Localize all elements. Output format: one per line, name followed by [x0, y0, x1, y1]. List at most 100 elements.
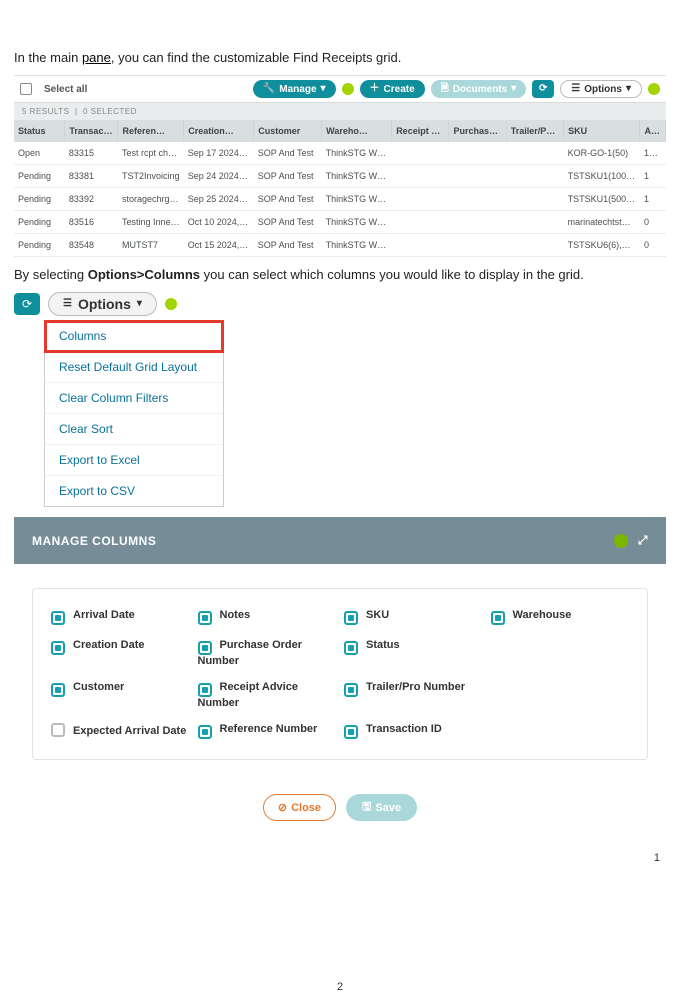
options-menu-item[interactable]: Export to CSV: [45, 476, 223, 506]
grid-cell: ThinkSTG WH 1: [322, 165, 392, 188]
grid-cell: [449, 211, 506, 234]
grid-cell: [506, 142, 563, 165]
column-checkbox-item[interactable]: Trailer/Pro Number: [344, 681, 483, 709]
select-all-checkbox[interactable]: [20, 83, 32, 95]
grid-cell: [392, 211, 449, 234]
options-label: Options: [78, 296, 131, 312]
column-checkbox-label: Expected Arrival Date: [73, 725, 186, 737]
manage-columns-panel: Arrival Date Notes SKU Warehouse Creation Da…: [32, 588, 648, 760]
save-button[interactable]: 🖫 Save: [346, 794, 417, 821]
intro-prefix: In the main: [14, 50, 82, 65]
create-label: Create: [384, 84, 415, 95]
column-checkbox-item[interactable]: Expected Arrival Date: [51, 723, 190, 739]
grid-column-header[interactable]: Transact…: [65, 120, 118, 142]
grid-cell: 1: [640, 165, 666, 188]
column-checkbox-item[interactable]: Warehouse: [491, 609, 630, 625]
grid-column-header[interactable]: Status: [14, 120, 65, 142]
expand-icon[interactable]: ⤢: [638, 533, 648, 548]
close-button[interactable]: ⊘ Close: [263, 794, 336, 821]
options-menu-item[interactable]: Clear Column Filters: [45, 383, 223, 414]
table-row[interactable]: Pending83392storagechrgtst4Sep 25 2024, …: [14, 188, 666, 211]
column-checkbox-item[interactable]: Purchase Order Number: [198, 639, 337, 667]
grid-toolbar: Select all 🔧 Manage ▾ ＋ Create 🗎 Documen…: [14, 75, 666, 102]
grid-cell: 0: [640, 234, 666, 257]
help-dot-icon[interactable]: [614, 534, 628, 548]
grid-column-header[interactable]: Trailer/P…: [506, 120, 563, 142]
column-checkbox-item[interactable]: Notes: [198, 609, 337, 625]
documents-label: Documents: [453, 84, 507, 95]
documents-button[interactable]: 🗎 Documents ▾: [431, 80, 527, 98]
column-checkbox-spacer: [491, 639, 630, 667]
column-checkbox[interactable]: [51, 683, 65, 697]
grid-cell: [506, 165, 563, 188]
column-checkbox-item[interactable]: Arrival Date: [51, 609, 190, 625]
close-label: Close: [291, 802, 321, 814]
table-row[interactable]: Pending83381TST2InvoicingSep 24 2024, …S…: [14, 165, 666, 188]
grid-column-header[interactable]: Wareho…: [322, 120, 392, 142]
grid-cell: [449, 165, 506, 188]
column-checkbox-item[interactable]: Transaction ID: [344, 723, 483, 739]
table-row[interactable]: Open83315Test rcpt chrg 1Sep 17 2024, …S…: [14, 142, 666, 165]
column-checkbox-item[interactable]: Reference Number: [198, 723, 337, 739]
column-checkbox[interactable]: [51, 641, 65, 655]
column-checkbox[interactable]: [344, 725, 358, 739]
column-checkbox[interactable]: [344, 611, 358, 625]
grid-column-header[interactable]: Purchas…: [449, 120, 506, 142]
options-menu-item[interactable]: Columns: [45, 321, 223, 352]
column-checkbox[interactable]: [198, 611, 212, 625]
column-checkbox[interactable]: [344, 683, 358, 697]
column-checkbox[interactable]: [198, 641, 212, 655]
grid-column-header[interactable]: SKU: [564, 120, 640, 142]
grid-cell: ThinkSTG WH 1: [322, 188, 392, 211]
grid-column-header[interactable]: Ar…: [640, 120, 666, 142]
column-checkbox-item[interactable]: SKU: [344, 609, 483, 625]
grid-cell: [506, 188, 563, 211]
column-checkbox-item[interactable]: Creation Date: [51, 639, 190, 667]
wrench-icon: 🔧: [263, 84, 275, 94]
manage-button[interactable]: 🔧 Manage ▾: [253, 80, 336, 98]
column-checkbox[interactable]: [51, 611, 65, 625]
options-menu-item[interactable]: Reset Default Grid Layout: [45, 352, 223, 383]
column-checkbox[interactable]: [198, 725, 212, 739]
column-checkbox-label: Notes: [220, 609, 251, 621]
grid-cell: 83516: [65, 211, 118, 234]
column-checkbox[interactable]: [198, 683, 212, 697]
grid-column-header[interactable]: Receipt …: [392, 120, 449, 142]
column-checkbox[interactable]: [491, 611, 505, 625]
grid-cell: 1: [640, 188, 666, 211]
options-menu-item[interactable]: Export to Excel: [45, 445, 223, 476]
grid-column-header[interactable]: Referen…: [118, 120, 184, 142]
column-checkbox-item[interactable]: Receipt Advice Number: [198, 681, 337, 709]
grid-status-bar: 5 RESULTS | 0 SELECTED: [14, 102, 666, 120]
grid-column-header[interactable]: Customer: [254, 120, 322, 142]
options-button-small[interactable]: ☰ Options ▾: [560, 80, 642, 98]
refresh-button[interactable]: ⟳: [14, 293, 40, 315]
create-button[interactable]: ＋ Create: [360, 80, 425, 98]
manage-columns-title: MANAGE COLUMNS: [32, 534, 156, 548]
table-row[interactable]: Pending83516Testing Inner…Oct 10 2024, ……: [14, 211, 666, 234]
column-checkbox-item[interactable]: Status: [344, 639, 483, 667]
grid-cell: [506, 211, 563, 234]
grid-cell: TSTSKU1(100…: [564, 165, 640, 188]
grid-cell: [392, 142, 449, 165]
grid-cell: SOP And Test: [254, 211, 322, 234]
close-icon: ⊘: [278, 801, 287, 814]
save-icon: 🖫: [362, 798, 371, 817]
column-checkbox-item[interactable]: Customer: [51, 681, 190, 709]
column-checkbox-label: Transaction ID: [366, 723, 442, 735]
grid-cell: [449, 234, 506, 257]
options-menu-item[interactable]: Clear Sort: [45, 414, 223, 445]
line2-prefix: By selecting: [14, 267, 88, 282]
options-bar: ⟳ ☰ Options ▾: [14, 292, 666, 316]
caret-down-icon: ▾: [321, 84, 326, 94]
column-checkbox[interactable]: [51, 723, 65, 737]
column-checkbox[interactable]: [344, 641, 358, 655]
grid-column-header[interactable]: Creation…: [184, 120, 254, 142]
refresh-button-small[interactable]: ⟳: [532, 80, 554, 98]
table-row[interactable]: Pending83548MUTST7Oct 15 2024, …SOP And …: [14, 234, 666, 257]
column-checkbox-label: Arrival Date: [73, 609, 135, 621]
options-intro-text: By selecting Options>Columns you can sel…: [14, 267, 666, 282]
dialog-footer: ⊘ Close 🖫 Save: [14, 794, 666, 821]
options-button[interactable]: ☰ Options ▾: [48, 292, 157, 316]
info-dot-icon: [165, 298, 177, 310]
